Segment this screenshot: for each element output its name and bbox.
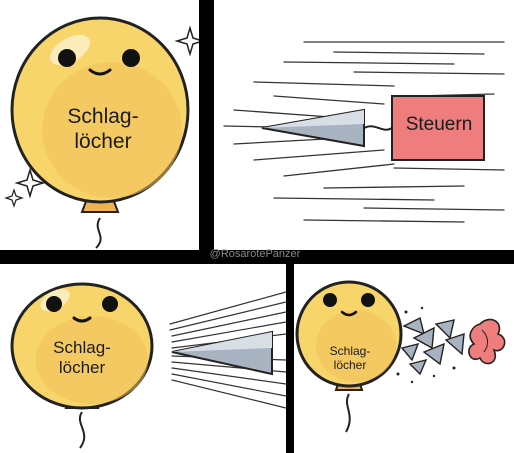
panel-3-balloon-and-dart: Schlag- löcher (0, 264, 286, 453)
panel-4-shattered-dart: Schlag- löcher (294, 264, 514, 453)
balloon-label: Schlag- löcher (53, 338, 111, 378)
watermark: @RosarotePanzer (209, 248, 301, 260)
divider-vertical-bottom (286, 264, 294, 453)
panel-2-dart: Steuern (214, 0, 514, 250)
balloon-label: Schlag- löcher (67, 105, 139, 154)
panel-1-balloon: Schlag- löcher (0, 0, 199, 250)
balloon-label: Schlag- löcher (329, 344, 371, 373)
flag-label: Steuern (405, 114, 473, 135)
divider-vertical-top (199, 0, 214, 250)
